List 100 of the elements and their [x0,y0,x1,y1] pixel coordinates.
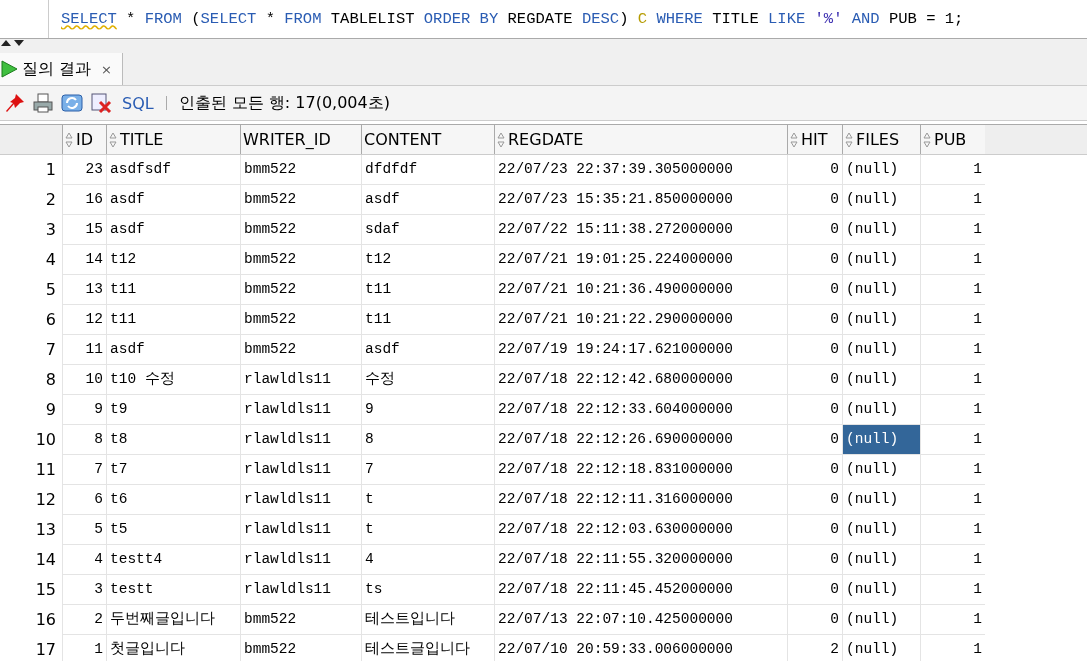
table-cell: t9 [106,395,240,425]
table-cell: 1 [920,485,985,515]
table-cell: 22/07/18 22:12:33.604000000 [494,395,787,425]
row-number: 1 [44,159,57,181]
column-header[interactable]: FILES [842,125,920,154]
table-cell: 22/07/23 22:37:39.305000000 [494,155,787,185]
column-header[interactable]: WRITER_ID [240,125,361,154]
table-cell: (null) [842,245,920,275]
table-cell: 1 [920,185,985,215]
table-cell: (null) [842,635,920,661]
table-cell: 8 [361,425,494,455]
refresh-icon[interactable] [60,92,84,114]
results-tab[interactable]: 질의 결과 × [0,53,123,85]
table-cell: t8 [106,425,240,455]
table-cell: 22/07/18 22:12:26.690000000 [494,425,787,455]
row-number: 13 [34,519,57,541]
column-header[interactable]: TITLE [106,125,240,154]
table-cell: bmm522 [240,335,361,365]
row-number: 14 [34,549,57,571]
table-cell: t11 [106,275,240,305]
table-cell: 6 [62,485,106,515]
print-icon[interactable] [32,92,54,114]
row-number: 17 [34,639,57,661]
table-cell: 테스트입니다 [361,605,494,635]
table-cell: rlawldls11 [240,425,361,455]
table-cell: bmm522 [240,605,361,635]
table-cell: (null) [842,515,920,545]
column-header[interactable]: REGDATE [494,125,787,154]
table-cell: rlawldls11 [240,365,361,395]
column-header[interactable]: ID [62,125,106,154]
sort-icon[interactable] [109,131,117,148]
sort-icon[interactable] [497,131,505,148]
table-cell: rlawldls11 [240,545,361,575]
column-header[interactable]: PUB [920,125,985,154]
table-cell: 0 [787,455,842,485]
clear-icon[interactable] [90,92,112,114]
table-cell: 0 [787,545,842,575]
table-cell: 22/07/19 19:24:17.621000000 [494,335,787,365]
column-header[interactable]: HIT [787,125,842,154]
table-cell: 1 [920,365,985,395]
table-cell: (null) [842,545,920,575]
table-cell: 1 [920,245,985,275]
table-cell: bmm522 [240,275,361,305]
row-number: 16 [34,609,57,631]
table-cell: (null) [842,335,920,365]
table-cell: ts [361,575,494,605]
table-cell: 0 [787,395,842,425]
table-cell: testt [106,575,240,605]
table-cell: 1 [920,575,985,605]
table-cell: 10 [62,365,106,395]
table-cell: 22/07/18 22:12:11.316000000 [494,485,787,515]
close-button[interactable]: × [101,61,112,77]
table-cell: 12 [62,305,106,335]
table-cell: bmm522 [240,155,361,185]
table-cell: 2 [787,635,842,661]
row-number: 3 [44,219,57,241]
table-cell: 2 [62,605,106,635]
fetch-status: 인출된 모든 행: 17(0,004초) [178,92,390,114]
row-number: 5 [44,279,57,301]
row-number: 10 [34,429,57,451]
table-cell: asdf [361,185,494,215]
table-cell: 22/07/18 22:11:55.320000000 [494,545,787,575]
table-cell: 15 [62,215,106,245]
row-number: 9 [44,399,57,421]
pin-icon[interactable] [4,92,26,114]
table-cell: 22/07/23 15:35:21.850000000 [494,185,787,215]
table-cell: bmm522 [240,635,361,661]
table-cell: bmm522 [240,215,361,245]
row-number: 4 [44,249,57,271]
sort-icon[interactable] [845,131,853,148]
table-cell: t11 [361,305,494,335]
table-cell: t11 [106,305,240,335]
table-cell: rlawldls11 [240,515,361,545]
table-cell: (null) [842,455,920,485]
table-cell: 0 [787,335,842,365]
table-cell: 1 [920,215,985,245]
sort-icon[interactable] [790,131,798,148]
row-number: 7 [44,339,57,361]
table-cell: (null) [842,485,920,515]
column-header[interactable]: CONTENT [361,125,494,154]
table-cell: 두번째글입니다 [106,605,240,635]
table-cell: 1 [920,305,985,335]
table-cell: rlawldls11 [240,485,361,515]
table-cell: 16 [62,185,106,215]
table-cell: 22/07/18 22:11:45.452000000 [494,575,787,605]
table-cell: asdf [106,185,240,215]
table-cell: t5 [106,515,240,545]
split-arrows-icon[interactable] [0,39,26,47]
table-cell: 0 [787,605,842,635]
sort-icon[interactable] [923,131,931,148]
table-cell: 22/07/22 15:11:38.272000000 [494,215,787,245]
table-cell: 수정 [361,365,494,395]
table-cell: t10 수정 [106,365,240,395]
sort-icon[interactable] [65,131,73,148]
table-cell: 0 [787,275,842,305]
table-cell: t12 [361,245,494,275]
table-cell: 23 [62,155,106,185]
table-cell: (null) [842,155,920,185]
table-cell: (null) [842,365,920,395]
sql-button[interactable]: SQL [122,93,154,113]
